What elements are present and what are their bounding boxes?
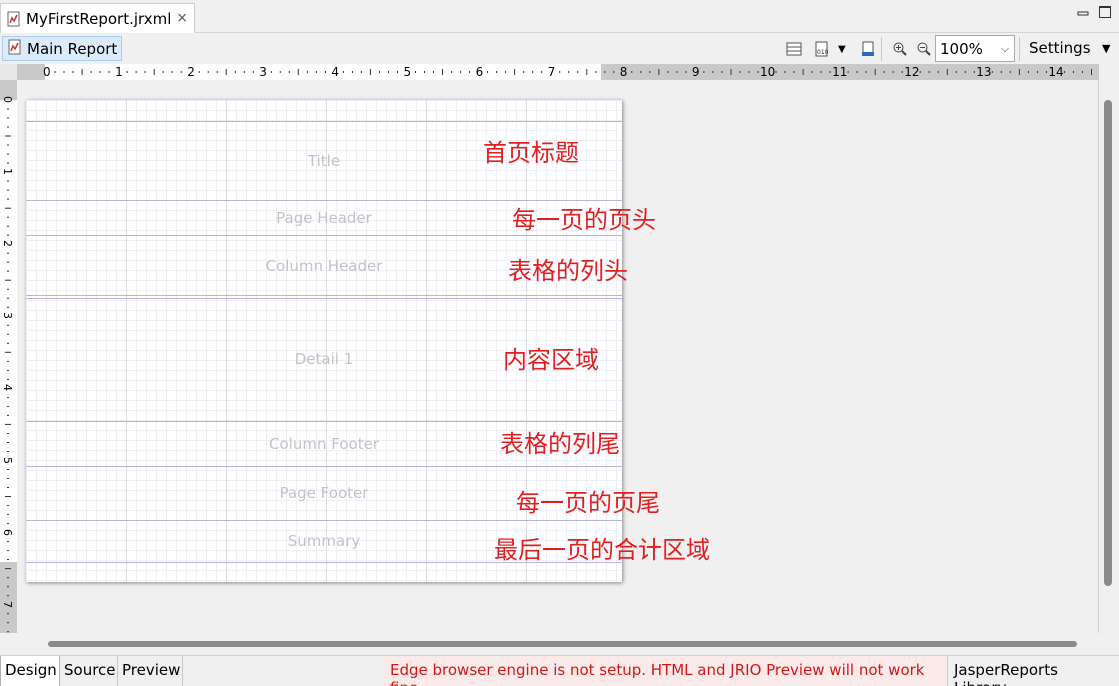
ruler-label: 7 — [547, 65, 556, 79]
ruler-label: 0 — [1, 96, 14, 103]
ruler-label: 2 — [1, 240, 14, 248]
chevron-down-icon[interactable]: ▼ — [1102, 42, 1110, 55]
maximize-icon[interactable] — [1099, 6, 1111, 18]
ruler-label: 7 — [1, 600, 14, 608]
chevron-down-icon[interactable]: ⌵ — [996, 42, 1014, 56]
jasperreports-library-label[interactable]: JasperReports Library — [947, 656, 1119, 686]
data-icon[interactable]: 010 — [814, 41, 830, 57]
report-icon — [7, 39, 23, 59]
vertical-scrollbar[interactable] — [1104, 100, 1112, 586]
tab-design[interactable]: Design — [0, 656, 60, 686]
file-tab-label: MyFirstReport.jrxml — [26, 9, 172, 28]
zoom-in-icon[interactable] — [892, 41, 908, 57]
ruler-label: 0 — [43, 65, 51, 79]
band-separator[interactable] — [26, 235, 622, 236]
minimize-icon[interactable] — [1077, 6, 1089, 18]
margin-line — [26, 121, 622, 122]
band-separator[interactable] — [26, 421, 622, 422]
editor-tab-bar: MyFirstReport.jrxml × — [0, 0, 1119, 33]
main-report-label: Main Report — [27, 39, 118, 58]
column-guide — [226, 100, 227, 582]
report-file-icon — [6, 11, 22, 27]
column-guide — [126, 100, 127, 582]
settings-button[interactable]: Settings — [1029, 39, 1091, 57]
ruler-label: 2 — [187, 65, 195, 79]
ruler-label: 5 — [1, 456, 14, 464]
ruler-label: 9 — [691, 65, 700, 79]
toolbar-separator — [1019, 37, 1020, 61]
ruler-label: 1 — [1, 168, 14, 176]
file-tab[interactable]: MyFirstReport.jrxml × — [0, 3, 195, 33]
ruler-label: 6 — [1, 528, 14, 536]
column-guide — [326, 100, 327, 582]
annotation-column-header: 表格的列头 — [508, 257, 628, 285]
ruler-label: 14 — [1048, 65, 1064, 79]
ruler-label: 10 — [760, 65, 776, 79]
close-tab-icon[interactable]: × — [176, 10, 188, 26]
ruler-label: 11 — [832, 65, 848, 79]
annotation-page-header: 每一页的页头 — [512, 206, 656, 234]
band-separator[interactable] — [26, 466, 622, 467]
annotation-title: 首页标题 — [483, 139, 579, 167]
ruler-label: 1 — [115, 65, 123, 79]
main-report-button[interactable]: Main Report — [2, 36, 122, 61]
band-view-icon[interactable] — [786, 41, 802, 57]
zoom-select[interactable]: 100% ⌵ — [935, 35, 1015, 62]
report-toolbar: Main Report 010 ▼ 100% ⌵ Settings ▼ — [0, 33, 1119, 64]
chevron-down-icon[interactable]: ▼ — [838, 44, 854, 60]
zoom-out-icon[interactable] — [916, 41, 932, 57]
ruler-label: 6 — [475, 65, 484, 79]
ruler-label: 8 — [619, 65, 628, 79]
tab-preview[interactable]: Preview — [118, 656, 183, 686]
toolbar-separator — [881, 37, 882, 61]
annotation-summary: 最后一页的合计区域 — [494, 536, 710, 564]
editor-bottom-bar: Design Source Preview Edge browser engin… — [0, 655, 1119, 686]
ruler-label: 3 — [259, 65, 267, 79]
ruler-label: 4 — [331, 65, 340, 79]
column-guide — [426, 100, 427, 582]
annotation-detail: 内容区域 — [503, 346, 599, 374]
ruler-label: 12 — [904, 65, 920, 79]
band-separator[interactable] — [26, 298, 622, 299]
band-separator[interactable] — [26, 295, 622, 296]
annotation-page-footer: 每一页的页尾 — [516, 489, 660, 517]
horizontal-scrollbar[interactable] — [48, 641, 1077, 647]
ruler-label: 3 — [1, 312, 14, 320]
zoom-value: 100% — [940, 39, 983, 58]
ruler-label: 13 — [976, 65, 992, 79]
annotation-column-footer: 表格的列尾 — [500, 430, 620, 458]
vertical-ruler-ticks — [5, 108, 11, 633]
band-separator[interactable] — [26, 520, 622, 521]
ruler-label: 5 — [403, 65, 412, 79]
ruler-label: 4 — [1, 384, 14, 392]
tab-source[interactable]: Source — [60, 656, 118, 686]
browser-engine-warning: Edge browser engine is not setup. HTML a… — [384, 656, 947, 686]
compile-icon[interactable] — [860, 41, 876, 57]
svg-text:010: 010 — [817, 49, 829, 56]
band-separator[interactable] — [26, 200, 622, 201]
